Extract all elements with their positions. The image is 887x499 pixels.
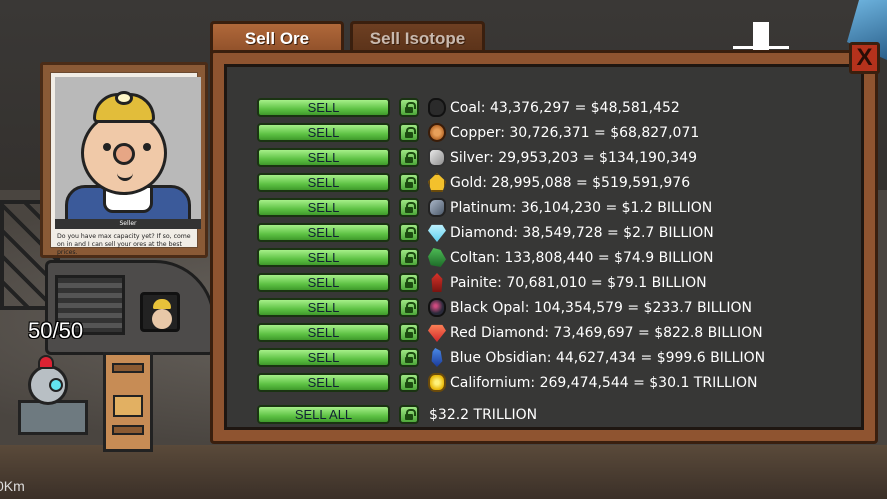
ore-value-text: Coal: 43,376,297 = $48,581,452 — [450, 100, 680, 116]
ore-row-californium: SELL Californium: 269,474,544 = $30.1 TR… — [253, 372, 873, 394]
ore-value-text: Californium: 269,474,544 = $30.1 TRILLIO… — [450, 375, 758, 391]
miner-eye — [143, 143, 151, 151]
ore-value-text: Silver: 29,953,203 = $134,190,349 — [450, 150, 698, 166]
red-diamond-icon — [428, 324, 446, 342]
ore-value-text: Platinum: 36,104,230 = $1.2 BILLION — [450, 200, 713, 216]
lock-icon[interactable] — [399, 198, 419, 217]
lock-icon[interactable] — [399, 323, 419, 342]
silver-icon — [428, 148, 446, 167]
sell-panel-inner: SELL Coal: 43,376,297 = $48,581,452 SELL… — [224, 64, 864, 430]
sell-black-opal-button[interactable]: SELL — [257, 298, 390, 317]
lock-icon[interactable] — [399, 273, 419, 292]
machine-stripe — [112, 363, 144, 373]
sell-silver-button[interactable]: SELL — [257, 148, 390, 167]
sell-panel: SELL Coal: 43,376,297 = $48,581,452 SELL… — [210, 50, 878, 444]
blue-obsidian-icon — [431, 348, 443, 367]
sell-painite-button[interactable]: SELL — [257, 273, 390, 292]
gold-icon — [428, 173, 446, 192]
seller-portrait-card: Seller Do you have max capacity yet? If … — [40, 62, 208, 258]
californium-icon — [428, 373, 446, 392]
sell-platinum-button[interactable]: SELL — [257, 198, 390, 217]
ore-value-text: Copper: 30,726,371 = $68,827,071 — [450, 125, 700, 141]
depth-readout: 0Km — [0, 478, 25, 494]
lock-icon[interactable] — [399, 373, 419, 392]
sell-copper-button[interactable]: SELL — [257, 123, 390, 142]
ore-value-text: Red Diamond: 73,469,697 = $822.8 BILLION — [450, 325, 763, 341]
ore-row-copper: SELL Copper: 30,726,371 = $68,827,071 — [253, 122, 873, 144]
black-opal-icon — [428, 298, 446, 317]
coal-icon — [428, 98, 446, 117]
lock-icon[interactable] — [399, 173, 419, 192]
ore-row-painite: SELL Painite: 70,681,010 = $79.1 BILLION — [253, 272, 873, 294]
sell-coltan-button[interactable]: SELL — [257, 248, 390, 267]
sell-gold-button[interactable]: SELL — [257, 173, 390, 192]
platinum-icon — [428, 198, 446, 217]
sell-red-diamond-button[interactable]: SELL — [257, 323, 390, 342]
lock-icon[interactable] — [399, 148, 419, 167]
ore-value-text: Painite: 70,681,010 = $79.1 BILLION — [450, 275, 707, 291]
ore-value-text: Coltan: 133,808,440 = $74.9 BILLION — [450, 250, 714, 266]
miner-nose — [113, 143, 135, 165]
robot-eye-icon — [49, 378, 63, 392]
close-button[interactable]: X — [849, 42, 880, 74]
ore-row-gold: SELL Gold: 28,995,088 = $519,591,976 — [253, 172, 873, 194]
lock-icon[interactable] — [399, 348, 419, 367]
ore-value-text: Diamond: 38,549,728 = $2.7 BILLION — [450, 225, 714, 241]
refinery-machine — [103, 352, 153, 452]
lock-icon[interactable] — [399, 98, 419, 117]
seller-name-label: Seller — [55, 219, 201, 229]
lock-icon[interactable] — [399, 223, 419, 242]
surface-tower-base — [733, 46, 789, 49]
lock-icon[interactable] — [399, 405, 419, 424]
ore-value-text: Black Opal: 104,354,579 = $233.7 BILLION — [450, 300, 752, 316]
seller-portrait-frame: Seller Do you have max capacity yet? If … — [50, 72, 201, 256]
seller-window-icon — [140, 292, 180, 332]
ore-row-black-opal: SELL Black Opal: 104,354,579 = $233.7 BI… — [253, 297, 873, 319]
ore-value-text: Gold: 28,995,088 = $519,591,976 — [450, 175, 691, 191]
treasure-chest-icon — [113, 395, 143, 417]
total-value: $32.2 TRILLION — [429, 407, 538, 423]
robot-head — [28, 365, 68, 405]
cargo-capacity-counter: 50/50 — [28, 318, 84, 343]
seller-miner-portrait — [55, 77, 201, 219]
copper-icon — [428, 123, 446, 142]
ore-row-red-diamond: SELL Red Diamond: 73,469,697 = $822.8 BI… — [253, 322, 873, 344]
painite-icon — [431, 273, 443, 292]
sell-diamond-button[interactable]: SELL — [257, 223, 390, 242]
robot-beacon-icon — [38, 355, 54, 369]
sell-californium-button[interactable]: SELL — [257, 373, 390, 392]
coltan-icon — [428, 248, 446, 267]
ore-row-coal: SELL Coal: 43,376,297 = $48,581,452 — [253, 97, 873, 119]
ore-row-coltan: SELL Coltan: 133,808,440 = $74.9 BILLION — [253, 247, 873, 269]
seller-dialogue: Do you have max capacity yet? If so, com… — [57, 233, 191, 256]
ore-value-text: Blue Obsidian: 44,627,434 = $999.6 BILLI… — [450, 350, 766, 366]
ore-row-silver: SELL Silver: 29,953,203 = $134,190,349 — [253, 147, 873, 169]
lock-icon[interactable] — [399, 298, 419, 317]
diamond-icon — [428, 224, 446, 242]
drill-robot — [18, 355, 88, 435]
sell-coal-button[interactable]: SELL — [257, 98, 390, 117]
machine-stripe — [112, 425, 144, 435]
lock-icon[interactable] — [399, 248, 419, 267]
sell-all-row: SELL ALL $32.2 TRILLION — [253, 404, 873, 426]
ore-row-blue-obsidian: SELL Blue Obsidian: 44,627,434 = $999.6 … — [253, 347, 873, 369]
ore-row-platinum: SELL Platinum: 36,104,230 = $1.2 BILLION — [253, 197, 873, 219]
ore-row-diamond: SELL Diamond: 38,549,728 = $2.7 BILLION — [253, 222, 873, 244]
sell-blue-obsidian-button[interactable]: SELL — [257, 348, 390, 367]
lock-icon[interactable] — [399, 123, 419, 142]
helmet-lamp-icon — [115, 91, 133, 105]
robot-body — [18, 400, 88, 435]
cave-ground — [0, 445, 887, 499]
miner-eye — [103, 143, 111, 151]
sell-all-button[interactable]: SELL ALL — [257, 405, 390, 424]
